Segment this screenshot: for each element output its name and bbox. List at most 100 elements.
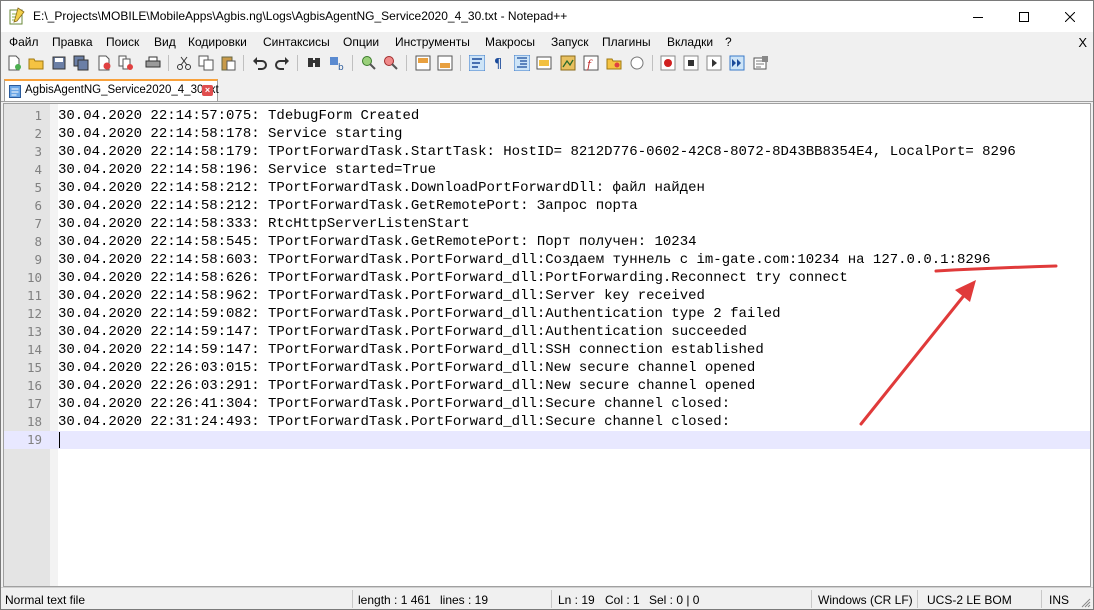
line-text[interactable]: 30.04.2020 22:26:03:015: TPortForwardTas… [58, 360, 755, 376]
open-file-icon[interactable] [28, 55, 44, 71]
editor-line[interactable]: 11 30.04.2020 22:14:58:962: TPortForwardT… [4, 287, 1090, 305]
undo-icon[interactable] [252, 55, 268, 71]
line-number: 3 [34, 144, 42, 159]
close-icon[interactable] [96, 55, 112, 71]
stop-record-icon[interactable] [683, 55, 699, 71]
cut-icon[interactable] [176, 55, 192, 71]
word-wrap-icon[interactable] [469, 55, 485, 71]
menu-run[interactable]: Запуск [551, 35, 589, 49]
editor-line[interactable]: 18 30.04.2020 22:31:24:493: TPortForwardT… [4, 413, 1090, 431]
save-macro-icon[interactable] [753, 55, 769, 71]
paste-icon[interactable] [220, 55, 236, 71]
save-icon[interactable] [51, 55, 67, 71]
play-macro-icon[interactable] [706, 55, 722, 71]
status-encoding[interactable]: UCS-2 LE BOM [927, 593, 1012, 607]
line-text[interactable]: 30.04.2020 22:14:58:196: Service started… [58, 162, 436, 178]
line-text[interactable]: 30.04.2020 22:14:58:212: TPortForwardTas… [58, 198, 638, 214]
editor-line[interactable]: 10 30.04.2020 22:14:58:626: TPortForwardT… [4, 269, 1090, 287]
svg-text:b: b [338, 63, 344, 71]
copy-icon[interactable] [198, 55, 214, 71]
zoom-out-icon[interactable] [383, 55, 399, 71]
line-text[interactable]: 30.04.2020 22:14:58:962: TPortForwardTas… [58, 288, 705, 304]
run-macro-multiple-icon[interactable] [729, 55, 745, 71]
line-text[interactable]: 30.04.2020 22:14:58:179: TPortForwardTas… [58, 144, 1016, 160]
save-all-icon[interactable] [73, 55, 89, 71]
close-window-button[interactable] [1047, 1, 1093, 32]
editor-line[interactable]: 9 30.04.2020 22:14:58:603: TPortForwardTa… [4, 251, 1090, 269]
udl-icon[interactable] [536, 55, 552, 71]
line-text[interactable]: 30.04.2020 22:14:58:545: TPortForwardTas… [58, 234, 697, 250]
toolbar-separator [243, 55, 244, 71]
title-bar[interactable]: E:\_Projects\MOBILE\MobileApps\Agbis.ng\… [1, 1, 1093, 32]
menu-help[interactable]: ? [725, 35, 732, 49]
new-file-icon[interactable] [6, 55, 22, 71]
show-all-chars-icon[interactable]: ¶ [491, 55, 507, 71]
window-title: E:\_Projects\MOBILE\MobileApps\Agbis.ng\… [33, 9, 568, 23]
line-text[interactable]: 30.04.2020 22:14:59:147: TPortForwardTas… [58, 324, 747, 340]
menu-edit[interactable]: Правка [52, 35, 93, 49]
tab-bar: AgbisAgentNG_Service2020_4_30.txt × [1, 76, 1093, 102]
record-macro-icon[interactable] [660, 55, 676, 71]
editor-line[interactable]: 7 30.04.2020 22:14:58:333: RtcHttpServerL… [4, 215, 1090, 233]
editor-line[interactable]: 15 30.04.2020 22:26:03:015: TPortForwardT… [4, 359, 1090, 377]
line-number: 6 [34, 198, 42, 213]
line-text[interactable]: 30.04.2020 22:14:58:603: TPortForwardTas… [58, 252, 991, 268]
close-document-x[interactable]: X [1078, 35, 1087, 50]
tab-agbis-log[interactable]: AgbisAgentNG_Service2020_4_30.txt × [4, 79, 219, 101]
editor-line[interactable]: 14 30.04.2020 22:14:59:147: TPortForwardT… [4, 341, 1090, 359]
tab-close-icon[interactable]: × [202, 85, 213, 96]
editor-pane[interactable]: 1 30.04.2020 22:14:57:075: TdebugForm Cre… [3, 103, 1091, 587]
find-icon[interactable] [306, 55, 322, 71]
editor-line[interactable]: 12 30.04.2020 22:14:59:082: TPortForwardT… [4, 305, 1090, 323]
editor-line[interactable]: 4 30.04.2020 22:14:58:196: Service starte… [4, 161, 1090, 179]
close-all-icon[interactable] [118, 55, 134, 71]
menu-language[interactable]: Синтаксисы [263, 35, 330, 49]
folder-workspace-icon[interactable] [606, 55, 622, 71]
redo-icon[interactable] [274, 55, 290, 71]
editor-line[interactable]: 1 30.04.2020 22:14:57:075: TdebugForm Cre… [4, 107, 1090, 125]
maximize-button[interactable] [1001, 1, 1047, 32]
editor-line[interactable]: 8 30.04.2020 22:14:58:545: TPortForwardTa… [4, 233, 1090, 251]
menu-plugins[interactable]: Плагины [602, 35, 651, 49]
line-text[interactable]: 30.04.2020 22:26:41:304: TPortForwardTas… [58, 396, 730, 412]
line-text[interactable]: 30.04.2020 22:14:58:178: Service startin… [58, 126, 402, 142]
editor-line[interactable]: 2 30.04.2020 22:14:58:178: Service starti… [4, 125, 1090, 143]
monitoring-icon[interactable] [629, 55, 645, 71]
sync-vertical-icon[interactable] [415, 55, 431, 71]
line-text[interactable]: 30.04.2020 22:14:57:075: TdebugForm Crea… [58, 108, 419, 124]
editor-line[interactable]: 6 30.04.2020 22:14:58:212: TPortForwardTa… [4, 197, 1090, 215]
menu-encoding[interactable]: Кодировки [188, 35, 247, 49]
menu-search[interactable]: Поиск [106, 35, 139, 49]
menu-view[interactable]: Вид [154, 35, 176, 49]
editor-line[interactable]: 13 30.04.2020 22:14:59:147: TPortForwardT… [4, 323, 1090, 341]
menu-window[interactable]: Вкладки [667, 35, 713, 49]
editor-lines: 1 30.04.2020 22:14:57:075: TdebugForm Cre… [4, 107, 1090, 449]
line-text[interactable]: 30.04.2020 22:31:24:493: TPortForwardTas… [58, 414, 730, 430]
editor-line[interactable]: 19 [4, 431, 1090, 449]
doc-map-icon[interactable] [560, 55, 576, 71]
editor-line[interactable]: 5 30.04.2020 22:14:58:212: TPortForwardTa… [4, 179, 1090, 197]
editor-line[interactable]: 17 30.04.2020 22:26:41:304: TPortForwardT… [4, 395, 1090, 413]
menu-settings[interactable]: Опции [343, 35, 379, 49]
menu-tools[interactable]: Инструменты [395, 35, 470, 49]
status-eol[interactable]: Windows (CR LF) [818, 593, 913, 607]
line-text[interactable]: 30.04.2020 22:26:03:291: TPortForwardTas… [58, 378, 755, 394]
line-text[interactable]: 30.04.2020 22:14:59:082: TPortForwardTas… [58, 306, 781, 322]
menu-file[interactable]: Файл [9, 35, 39, 49]
line-text[interactable]: 30.04.2020 22:14:58:626: TPortForwardTas… [58, 270, 848, 286]
line-text[interactable]: 30.04.2020 22:14:58:333: RtcHttpServerLi… [58, 216, 470, 232]
menu-macro[interactable]: Макросы [485, 35, 535, 49]
line-text[interactable]: 30.04.2020 22:14:58:212: TPortForwardTas… [58, 180, 705, 196]
editor-line[interactable]: 3 30.04.2020 22:14:58:179: TPortForwardTa… [4, 143, 1090, 161]
sync-horizontal-icon[interactable] [437, 55, 453, 71]
line-text[interactable]: 30.04.2020 22:14:59:147: TPortForwardTas… [58, 342, 764, 358]
minimize-button[interactable] [955, 1, 1001, 32]
status-mode[interactable]: INS [1049, 593, 1069, 607]
function-list-icon[interactable]: f [583, 55, 599, 71]
indent-guide-icon[interactable] [514, 55, 530, 71]
editor-line[interactable]: 16 30.04.2020 22:26:03:291: TPortForwardT… [4, 377, 1090, 395]
print-icon[interactable] [145, 55, 161, 71]
resize-grip-icon[interactable] [1081, 598, 1091, 608]
replace-icon[interactable]: b [329, 55, 345, 71]
zoom-in-icon[interactable] [361, 55, 377, 71]
